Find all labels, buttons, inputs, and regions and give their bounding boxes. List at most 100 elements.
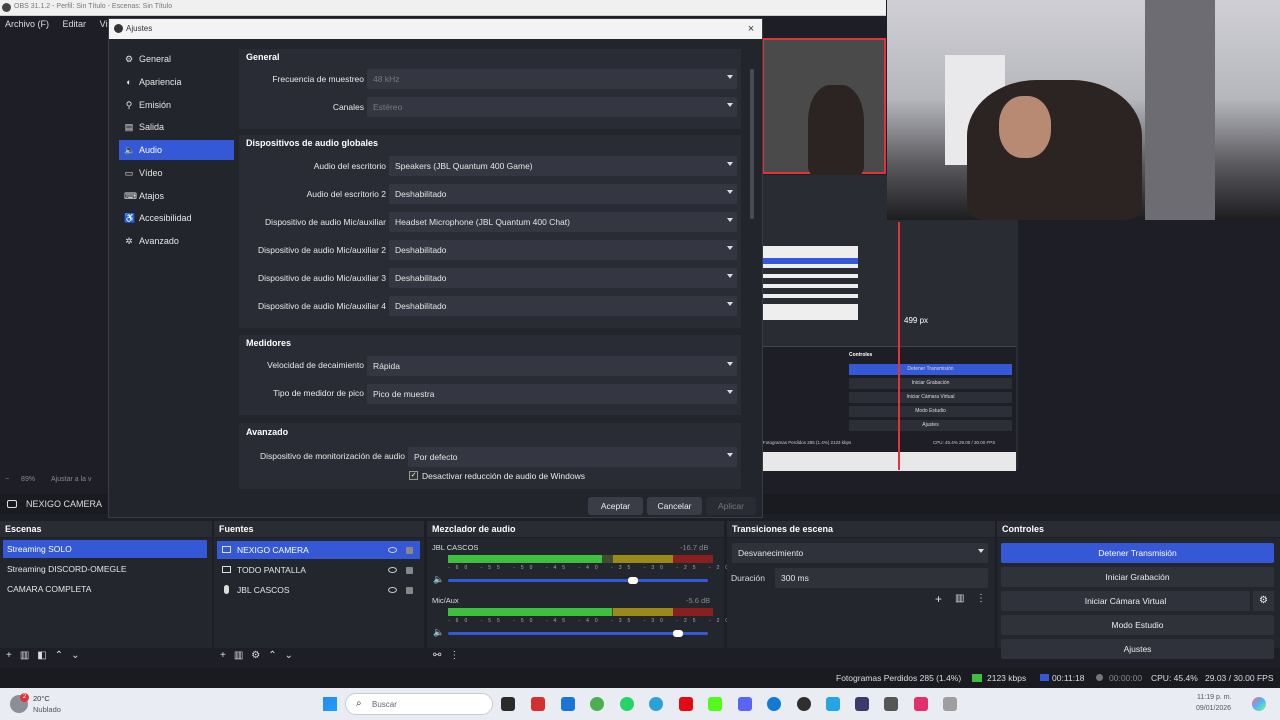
settings-scrollbar[interactable] [750,69,754,219]
link-icon[interactable]: ⚯ [433,650,441,661]
eye-icon[interactable] [388,547,397,553]
sidebar-item-avanzado[interactable]: ✲ Avanzado [119,231,234,251]
obs-logo-icon [2,3,11,12]
chevron-up-icon[interactable]: ⌃ [268,650,276,661]
decay-select[interactable]: Rápida [367,356,737,376]
selected-source-frame[interactable] [762,38,886,175]
duration-input[interactable]: 300 ms [775,568,988,588]
eye-icon[interactable] [388,587,397,593]
more-icon[interactable]: ⋮ [976,593,986,604]
zoom-minus-icon[interactable]: − [5,476,9,483]
ducking-checkbox[interactable]: ✓ [409,471,418,480]
source-label: NEXIGO CAMERA [237,545,309,555]
sidebar-item-salida[interactable]: ▤ Salida [119,117,234,137]
close-icon[interactable]: × [743,21,759,37]
speaker-icon[interactable]: 🔈 [433,627,444,638]
zoom-value[interactable]: 89% [21,476,35,483]
mic-aux-select[interactable]: Headset Microphone (JBL Quantum 400 Chat… [389,212,737,232]
accept-button[interactable]: Aceptar [588,497,643,515]
whatsapp-icon[interactable] [620,697,634,711]
settings-button[interactable]: Ajustes [1001,639,1274,659]
chevron-up-icon[interactable]: ⌃ [55,650,63,661]
sidebar-item-apariencia[interactable]: ◐ Apariencia [119,72,234,92]
volume-slider-knob[interactable] [628,577,638,584]
sidebar-item-audio[interactable]: 🔈 Audio [119,140,234,160]
fit-label[interactable]: Ajustar a la v [51,476,91,483]
lock-icon[interactable] [406,587,413,594]
filter-icon[interactable]: ◧ [37,650,46,661]
scene-item[interactable]: CAMARA COMPLETA [3,580,207,598]
webcam-video-feed[interactable] [887,0,1280,220]
lock-icon[interactable] [406,567,413,574]
more-icon[interactable]: ⋮ [449,650,459,661]
obs-icon[interactable] [797,697,811,711]
sidebar-item-emision[interactable]: ⚲ Emisión [119,95,234,115]
netflix-icon[interactable] [679,697,693,711]
red-guide-line [898,222,900,470]
clock-date: 09/01/2026 [1196,705,1232,712]
volume-slider[interactable] [448,632,708,635]
chevron-down-icon[interactable]: ⌄ [285,650,293,661]
sidebar-item-atajos[interactable]: ⌨ Atajos [119,186,234,206]
peak-select[interactable]: Pico de muestra [367,384,737,404]
add-icon[interactable]: + [220,650,226,661]
kick-icon[interactable] [708,697,722,711]
volume-slider-knob[interactable] [673,630,683,637]
gear-icon[interactable]: ⚙ [251,650,260,661]
sidebar-item-accesibilidad[interactable]: ♿ Accesibilidad [119,208,234,228]
app-icon[interactable] [531,697,545,711]
chevron-down-icon[interactable]: ⌄ [71,650,79,661]
device-label: Audio del escritorio 2 [306,189,386,199]
windows-start-icon[interactable] [323,697,337,711]
sidebar-item-general[interactable]: ⚙ General [119,49,234,69]
channels-select[interactable]: Estéreo [367,97,737,117]
trash-icon[interactable]: ▥ [234,650,243,661]
app-icon[interactable] [855,697,869,711]
telegram-icon[interactable] [649,697,663,711]
cancel-button[interactable]: Cancelar [647,497,702,515]
start-recording-button[interactable]: Iniciar Grabación [1001,567,1274,587]
gear-icon[interactable]: ⚙ [1253,591,1274,611]
sidebar-item-video[interactable]: ▭ Vídeo [119,163,234,183]
trash-icon[interactable]: ▥ [20,650,29,661]
mic-aux-4-select[interactable]: Deshabilitado [389,296,737,316]
eye-icon[interactable] [388,567,397,573]
copilot-icon[interactable] [1252,697,1266,711]
monitor-select[interactable]: Por defecto [408,447,737,467]
desktop-audio-2-select[interactable]: Deshabilitado [389,184,737,204]
chrome-icon[interactable] [590,697,604,711]
lock-icon[interactable] [406,547,413,554]
scene-item[interactable]: Streaming SOLO [3,540,207,558]
transition-select[interactable]: Desvanecimiento [732,543,988,563]
dock-title: Controles [997,521,1280,537]
chevron-down-icon [727,246,733,250]
instagram-icon[interactable] [914,697,928,711]
task-view-icon[interactable] [501,697,515,711]
device-label: Dispositivo de audio Mic/auxiliar 3 [257,273,386,283]
scene-item[interactable]: Streaming DISCORD-OMEGLE [3,560,207,578]
snipping-tool-icon[interactable] [943,697,957,711]
studio-mode-button[interactable]: Modo Estudio [1001,615,1274,635]
speaker-icon[interactable]: 🔈 [433,574,444,585]
mic-aux-2-select[interactable]: Deshabilitado [389,240,737,260]
nested-button: Detener Transmisión [849,364,1012,375]
menu-editar[interactable]: Editar [63,19,87,29]
menu-archivo[interactable]: Archivo (F) [5,19,49,29]
app-icon[interactable] [826,697,840,711]
volume-slider[interactable] [448,579,708,582]
desktop-audio-select[interactable]: Speakers (JBL Quantum 400 Game) [389,156,737,176]
output-icon: ▤ [124,122,134,132]
add-icon[interactable]: + [6,650,12,661]
start-virtual-camera-button[interactable]: Iniciar Cámara Virtual [1001,591,1250,611]
add-icon[interactable]: + [935,592,942,606]
trash-icon[interactable]: ▥ [955,593,964,604]
taskbar-search[interactable]: ⌕ Buscar [345,693,493,715]
stop-stream-button[interactable]: Detener Transmisión [1001,543,1274,563]
file-explorer-icon[interactable] [561,697,575,711]
mic-aux-3-select[interactable]: Deshabilitado [389,268,737,288]
discord-icon[interactable] [738,697,752,711]
sample-rate-select[interactable]: 48 kHz [367,69,737,89]
calculator-icon[interactable] [884,697,898,711]
edge-icon[interactable] [767,697,781,711]
apply-button[interactable]: Aplicar [706,497,756,515]
